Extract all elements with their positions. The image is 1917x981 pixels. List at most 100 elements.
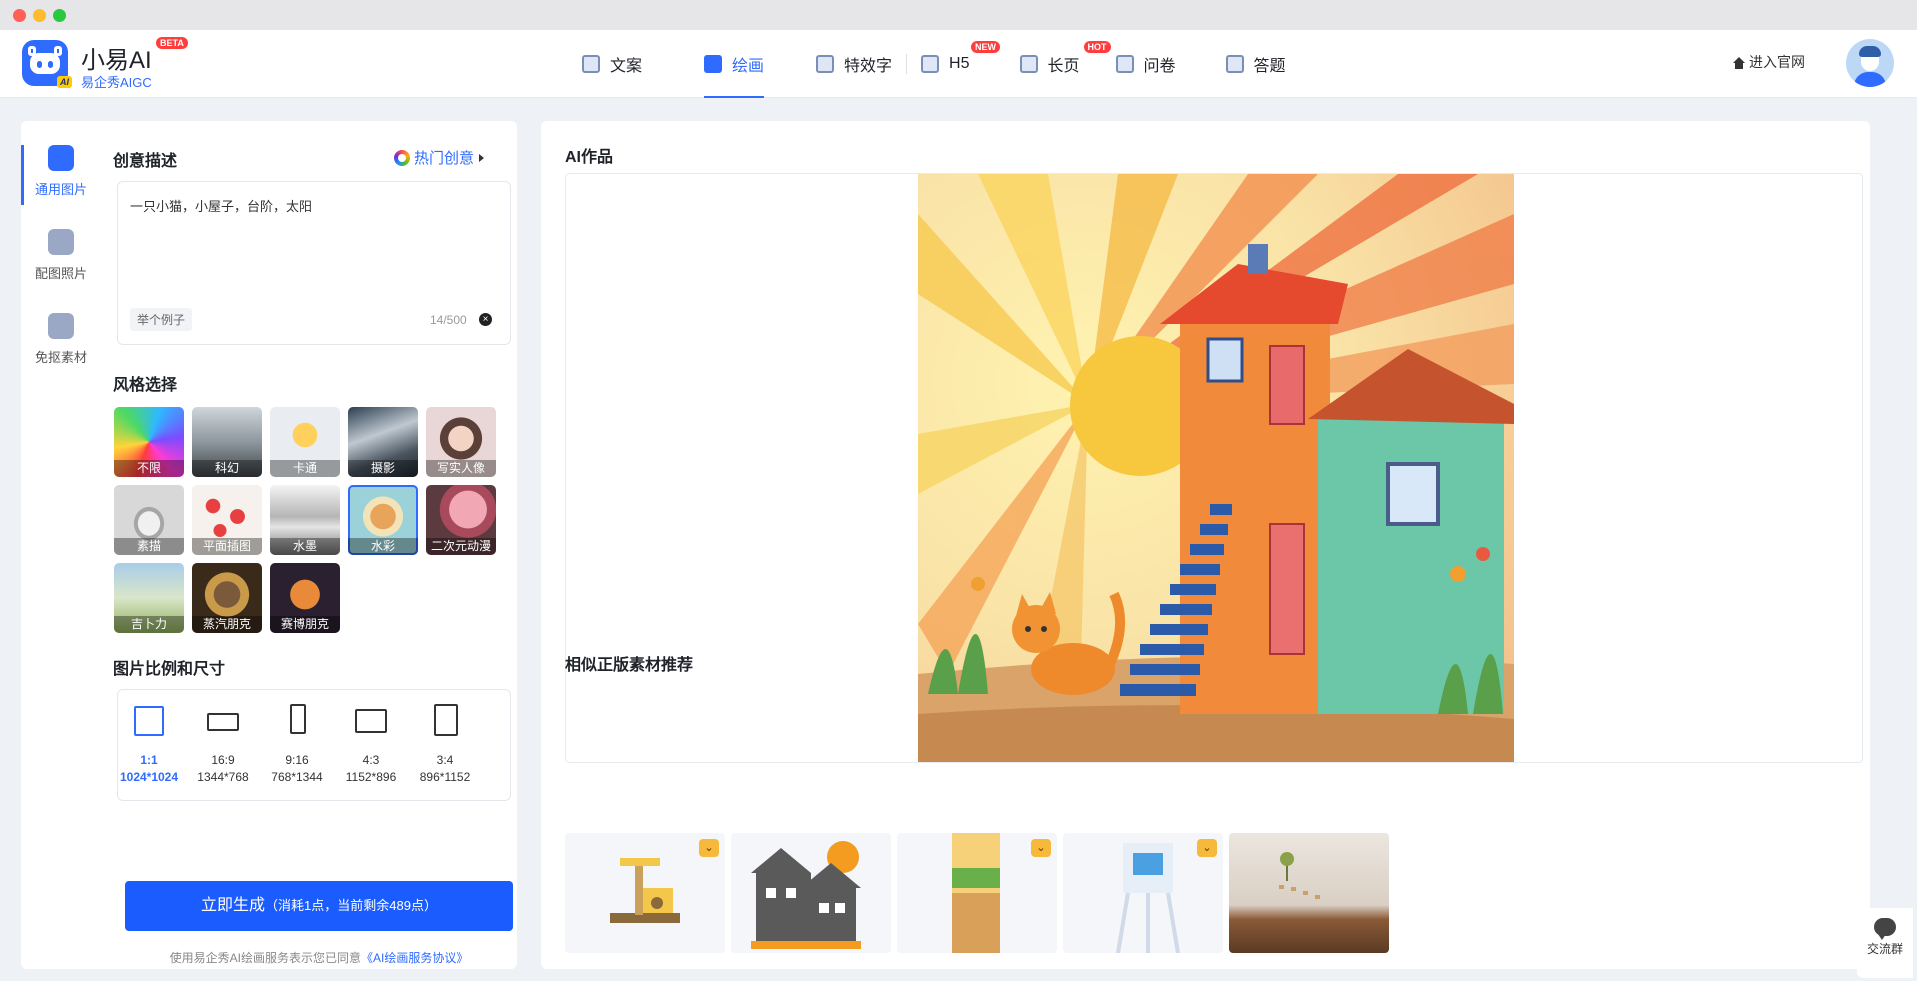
style-option[interactable]: 平面插图 xyxy=(192,485,262,555)
photo-icon xyxy=(48,229,74,255)
sidebar-item-label: 通用图片 xyxy=(34,182,87,197)
minimize-window-button[interactable] xyxy=(33,9,46,22)
nav-label: H5 xyxy=(949,55,970,72)
nav-survey[interactable]: 问卷 xyxy=(1115,30,1176,98)
agreement-text: 使用易企秀AI绘画服务表示您已同意 xyxy=(169,951,361,965)
landscape-ratio-icon xyxy=(355,709,387,733)
nav-label: 绘画 xyxy=(732,58,765,75)
ratio-option[interactable]: 4:3 1152*896 xyxy=(334,690,408,802)
ratio-option[interactable]: 3:4 896*1152 xyxy=(408,690,482,802)
ratio-label: 16:9 xyxy=(211,753,235,767)
document-icon xyxy=(582,55,600,73)
style-option[interactable]: 蒸汽朋克 xyxy=(192,563,262,633)
style-label: 平面插图 xyxy=(192,538,262,555)
style-label: 蒸汽朋克 xyxy=(192,616,262,633)
nav-long-page[interactable]: 长页 HOT xyxy=(1019,30,1111,98)
chat-group-button[interactable]: 交流群 xyxy=(1857,908,1913,978)
generate-label: 立即生成 xyxy=(201,897,266,914)
style-option[interactable]: 二次元动漫 xyxy=(426,485,496,555)
recommend-card[interactable] xyxy=(1229,833,1389,953)
recommend-card[interactable]: ⌄ xyxy=(1063,833,1223,953)
window-titlebar xyxy=(0,0,1917,30)
generate-button[interactable]: 立即生成（消耗1点，当前剩余489点） xyxy=(125,881,513,931)
new-badge: NEW xyxy=(971,41,1001,53)
recommend-card[interactable]: ⌄ xyxy=(897,833,1057,953)
style-option[interactable]: 吉卜力 xyxy=(114,563,184,633)
style-option-selected[interactable]: 水彩 xyxy=(348,485,418,555)
result-title: AI作品 xyxy=(565,149,614,166)
generated-artwork[interactable] xyxy=(918,174,1514,762)
left-panel: 通用图片 配图照片 免抠素材 创意描述 热门创意 一只小猫，小屋子，台阶，太阳 … xyxy=(21,121,517,969)
maximize-window-button[interactable] xyxy=(53,9,66,22)
recommend-title: 相似正版素材推荐 xyxy=(565,657,694,674)
ratio-size: 1024*1024 xyxy=(119,770,179,784)
style-label: 摄影 xyxy=(348,460,418,477)
ratio-size: 896*1152 xyxy=(419,770,471,784)
style-option[interactable]: 水墨 xyxy=(270,485,340,555)
h5-icon xyxy=(921,55,940,73)
nav-divider xyxy=(906,54,908,74)
style-option[interactable]: 赛博朋克 xyxy=(270,563,340,633)
prompt-text[interactable]: 一只小猫，小屋子，台阶，太阳 xyxy=(130,196,312,215)
ratio-size: 1152*896 xyxy=(345,770,397,784)
style-option[interactable]: 素描 xyxy=(114,485,184,555)
clear-icon[interactable]: × xyxy=(479,313,492,326)
ratio-label: 3:4 xyxy=(436,753,454,767)
style-label: 赛博朋克 xyxy=(270,616,340,633)
hot-ideas-button[interactable]: 热门创意 xyxy=(394,147,485,168)
style-label: 不限 xyxy=(114,460,184,477)
prompt-title: 创意描述 xyxy=(113,153,178,170)
ratio-selector: 1:1 1024*1024 16:9 1344*768 9:16 768*134… xyxy=(117,689,511,801)
ratio-option[interactable]: 16:9 1344*768 xyxy=(186,690,260,802)
nav-h5[interactable]: H5 NEW xyxy=(921,30,1001,98)
style-option[interactable]: 摄影 xyxy=(348,407,418,477)
chat-label: 交流群 xyxy=(1866,942,1903,956)
survey-icon xyxy=(1115,55,1134,73)
ratio-option[interactable]: 9:16 768*1344 xyxy=(260,690,334,802)
nav-effect-text[interactable]: 特效字 xyxy=(816,30,892,98)
style-label: 写实人像 xyxy=(426,460,496,477)
long-page-icon xyxy=(1019,55,1038,73)
sidebar-item-cutout[interactable]: 免抠素材 xyxy=(21,313,101,393)
square-ratio-icon xyxy=(134,706,164,736)
recommend-card[interactable]: ⌄ xyxy=(565,833,725,953)
style-option[interactable]: 不限 xyxy=(114,407,184,477)
char-count: 14/500 xyxy=(430,313,467,327)
ratio-label: 4:3 xyxy=(362,753,380,767)
avatar[interactable] xyxy=(1846,39,1894,87)
ratio-size: 768*1344 xyxy=(271,770,323,784)
ratio-label: 1:1 xyxy=(140,753,158,767)
nav-copywriting[interactable]: 文案 xyxy=(582,30,642,98)
nav-quiz[interactable]: 答题 xyxy=(1225,30,1286,98)
style-label: 水彩 xyxy=(348,538,418,555)
nav-painting[interactable]: 绘画 xyxy=(704,30,765,98)
close-window-button[interactable] xyxy=(13,9,26,22)
style-option[interactable]: 写实人像 xyxy=(426,407,496,477)
example-button[interactable]: 举个例子 xyxy=(130,308,193,331)
ratio-option-selected[interactable]: 1:1 1024*1024 xyxy=(112,690,186,802)
style-label: 吉卜力 xyxy=(114,616,184,633)
nav-label: 文案 xyxy=(610,58,643,75)
agreement-link[interactable]: 《AI绘画服务协议》 xyxy=(361,951,468,965)
style-option[interactable]: 科幻 xyxy=(192,407,262,477)
generate-cost: （消耗1点，当前剩余489点） xyxy=(265,898,437,913)
recommend-card[interactable] xyxy=(731,833,891,953)
main-nav: 文案 绘画 特效字 H5 NEW 长页 HOT 问卷 答题 xyxy=(578,30,1286,98)
sidebar-item-general-image[interactable]: 通用图片 xyxy=(21,145,101,225)
ratio-label: 9:16 xyxy=(285,753,309,767)
premium-icon: ⌄ xyxy=(699,839,719,857)
watercolor-house-cat-image xyxy=(918,174,1514,762)
premium-icon: ⌄ xyxy=(1031,839,1051,857)
style-label: 水墨 xyxy=(270,538,340,555)
mode-sidebar: 通用图片 配图照片 免抠素材 xyxy=(21,141,101,393)
prompt-input[interactable]: 一只小猫，小屋子，台阶，太阳 举个例子 14/500 × xyxy=(117,181,511,345)
hot-badge: HOT xyxy=(1083,41,1111,53)
sidebar-item-label: 免抠素材 xyxy=(34,350,87,365)
logo-icon[interactable]: AI xyxy=(22,40,72,88)
style-option[interactable]: 卡通 xyxy=(270,407,340,477)
top-header: AI 小易AI BETA 易企秀AIGC 文案 绘画 特效字 H5 NEW 长页… xyxy=(0,30,1917,98)
official-site-link[interactable]: 进入官网 xyxy=(1733,52,1805,72)
sidebar-item-photo[interactable]: 配图照片 xyxy=(21,229,101,309)
style-label: 素描 xyxy=(114,538,184,555)
style-label: 二次元动漫 xyxy=(426,538,496,555)
